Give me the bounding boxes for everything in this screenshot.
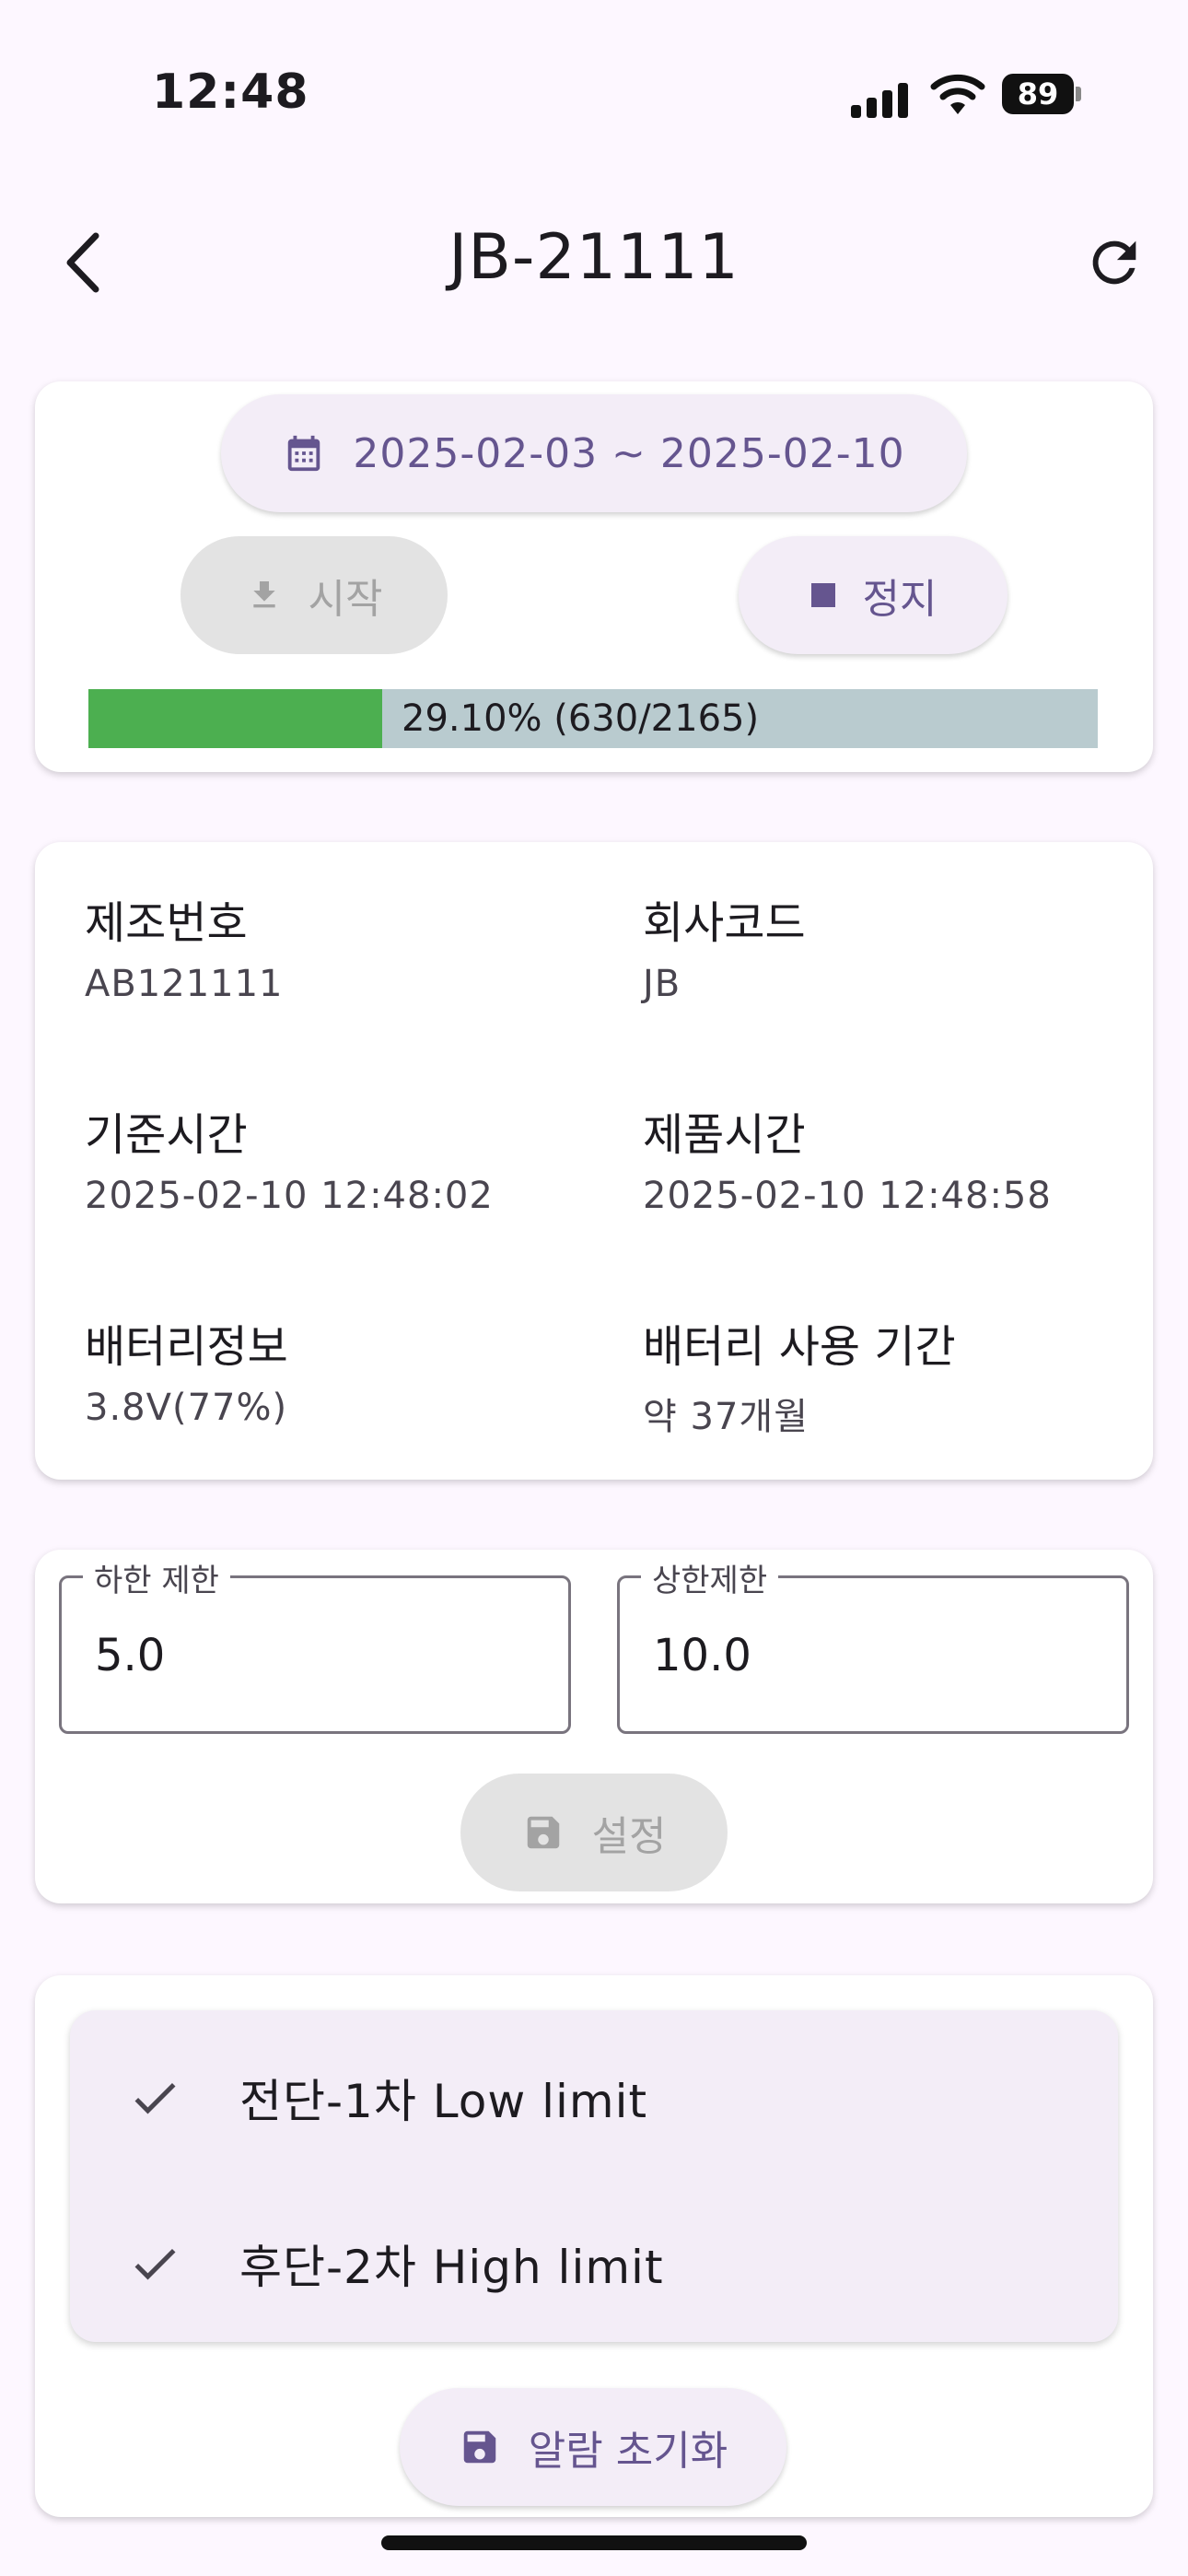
alarm-label: 전단-1차 Low limit <box>239 2075 648 2128</box>
progress-text: 29.10% (630/2165) <box>402 697 760 740</box>
low-limit-label: 하한 제한 <box>83 1555 230 1600</box>
stop-icon <box>810 583 835 607</box>
manufacture-no-label: 제조번호 <box>85 897 248 949</box>
battery-cap <box>1076 87 1081 101</box>
check-icon <box>134 2082 176 2114</box>
date-range-button[interactable]: 2025-02-03 ~ 2025-02-10 <box>221 394 967 512</box>
page-title: JB-21111 <box>448 221 740 294</box>
alarm-reset-button[interactable]: 알람 초기화 <box>400 2388 786 2506</box>
status-time: 12:48 <box>152 64 309 120</box>
battery-period-label: 배터리 사용 기간 <box>643 1321 956 1373</box>
download-progress-bar: 29.10% (630/2165) <box>88 689 1098 748</box>
cellular-signal-icon <box>851 76 910 118</box>
wifi-icon <box>930 74 985 114</box>
refresh-icon <box>1092 240 1136 285</box>
company-code-label: 회사코드 <box>643 897 806 949</box>
battery-period-value: 약 37개월 <box>643 1396 809 1438</box>
progress-fill <box>88 689 382 748</box>
download-icon <box>252 581 275 608</box>
set-button[interactable]: 설정 <box>460 1774 728 1891</box>
stop-button[interactable]: 정지 <box>739 536 1007 654</box>
stop-label: 정지 <box>862 576 938 623</box>
alarm-label: 후단-2차 High limit <box>239 2241 664 2294</box>
check-icon <box>134 2248 176 2280</box>
alarm-item-high-limit[interactable]: 후단-2차 High limit <box>70 2195 1118 2333</box>
product-time-value: 2025-02-10 12:48:58 <box>643 1175 1052 1217</box>
calendar-icon <box>288 435 320 472</box>
start-button[interactable]: 시작 <box>181 536 448 654</box>
product-time-label: 제품시간 <box>643 1109 806 1161</box>
set-label: 설정 <box>591 1813 667 1860</box>
battery-info-label: 배터리정보 <box>85 1321 288 1373</box>
refresh-button[interactable] <box>1082 230 1147 295</box>
base-time-label: 기준시간 <box>85 1109 248 1161</box>
high-limit-label: 상한제한 <box>641 1555 779 1600</box>
battery-indicator: 89 <box>1002 74 1074 114</box>
low-limit-value: 5.0 <box>95 1630 166 1681</box>
save-icon <box>463 2430 496 2464</box>
manufacture-no-value: AB121111 <box>85 963 284 1005</box>
high-limit-value: 10.0 <box>653 1630 751 1681</box>
alarm-list: 전단-1차 Low limit 후단-2차 High limit <box>70 2010 1118 2342</box>
date-range-label: 2025-02-03 ~ 2025-02-10 <box>353 429 905 477</box>
company-code-value: JB <box>643 963 681 1005</box>
base-time-value: 2025-02-10 12:48:02 <box>85 1175 494 1217</box>
alarm-item-low-limit[interactable]: 전단-1차 Low limit <box>70 2029 1118 2167</box>
alarm-reset-label: 알람 초기화 <box>528 2428 728 2475</box>
start-label: 시작 <box>308 576 383 623</box>
save-icon <box>527 1816 559 1849</box>
home-indicator[interactable] <box>381 2535 807 2550</box>
battery-info-value: 3.8V(77%) <box>85 1387 288 1429</box>
